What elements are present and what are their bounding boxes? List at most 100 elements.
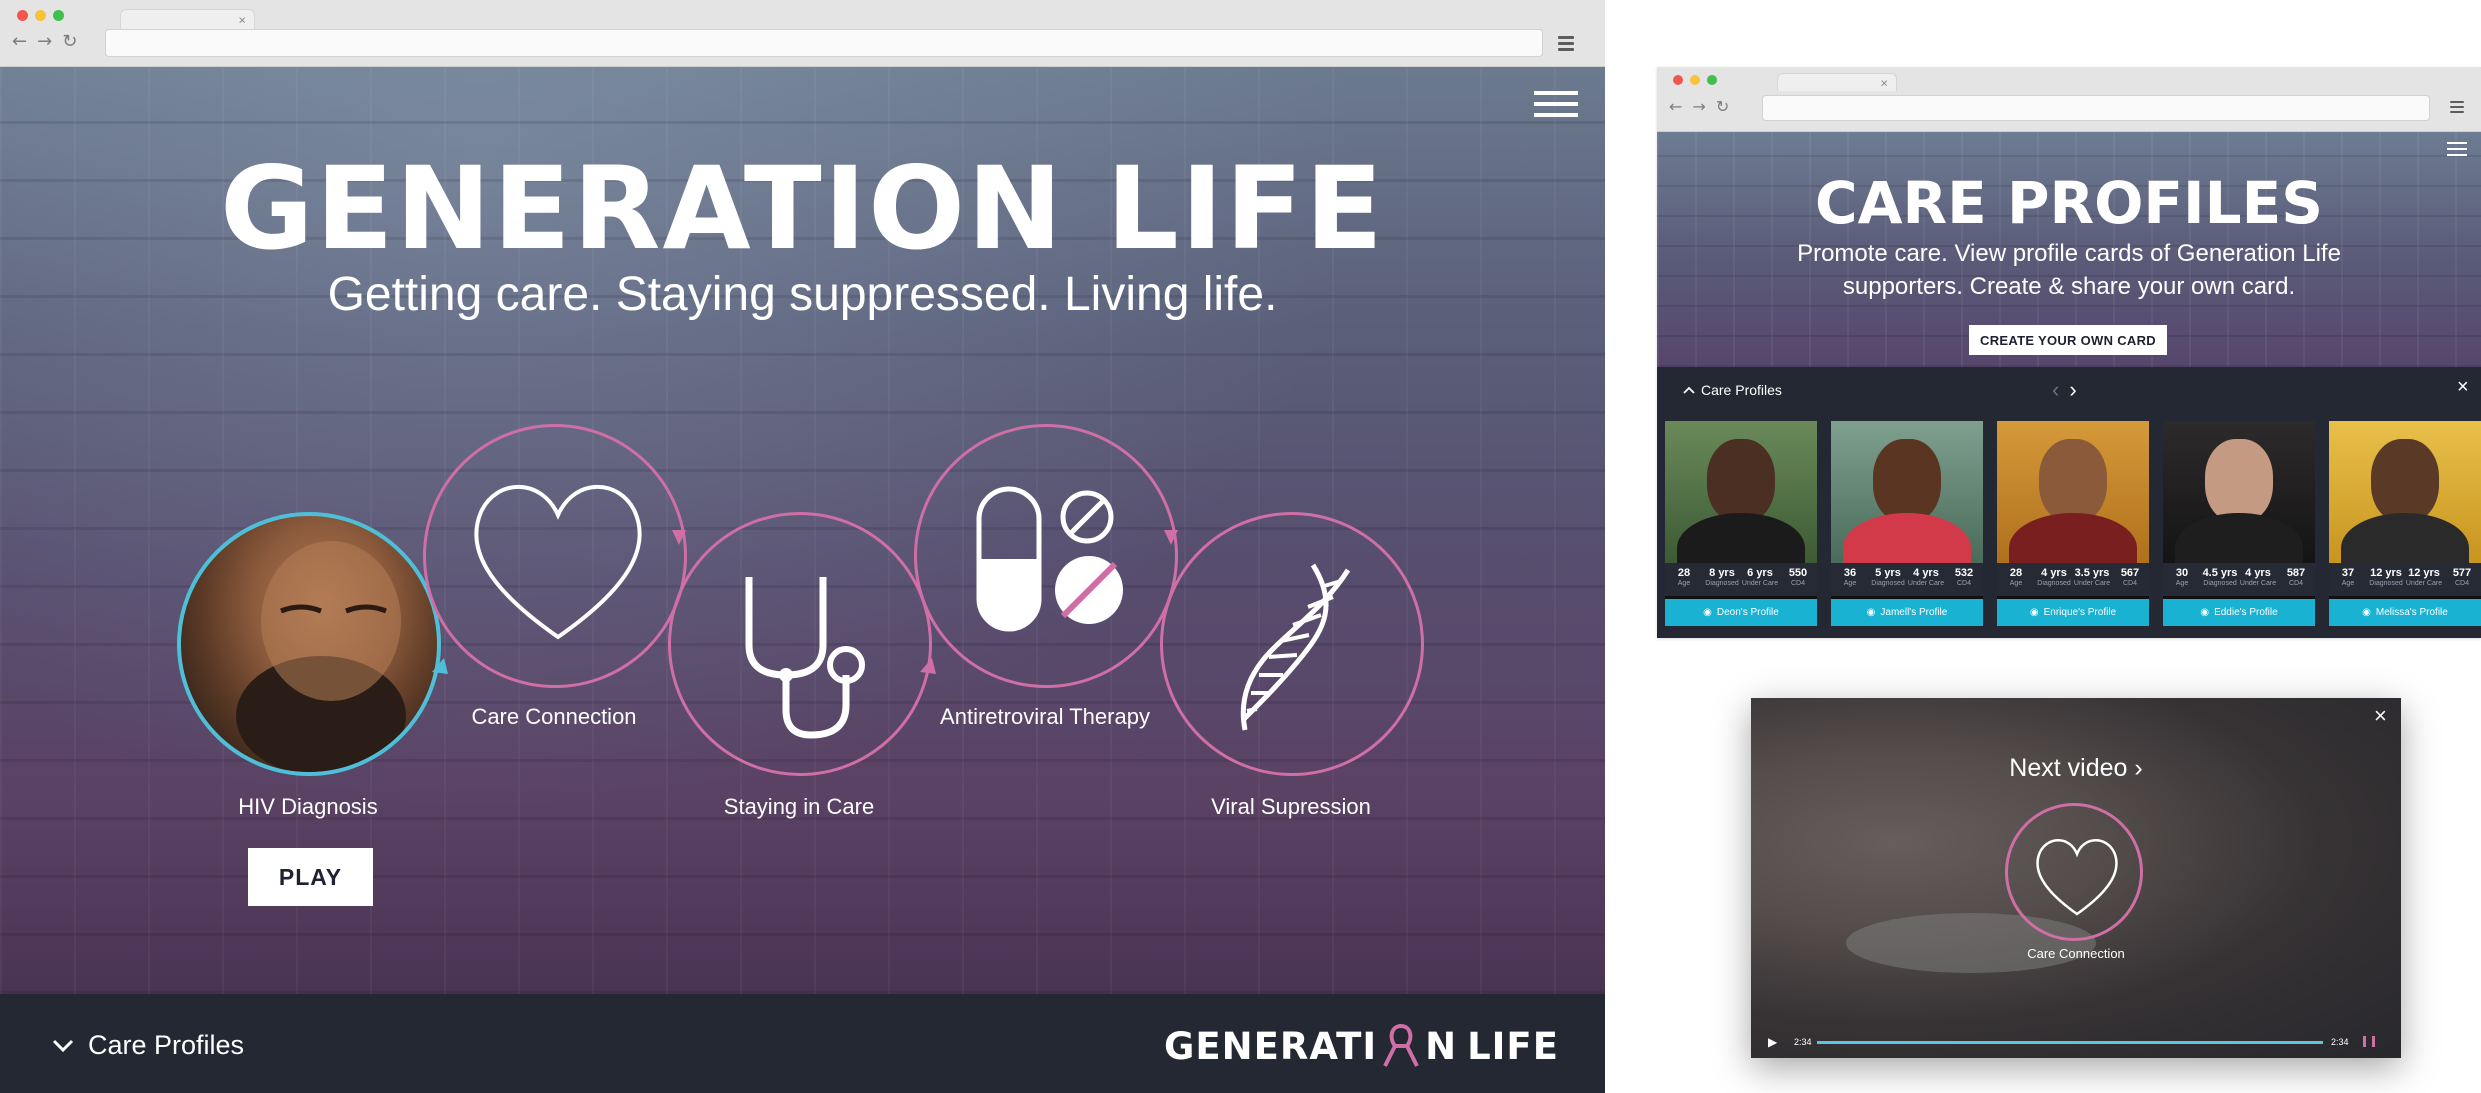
captions-icon[interactable] bbox=[2363, 1036, 2375, 1047]
profile-stats: 36 Age 5 yrs Diagnosed 4 yrs Under Care 532… bbox=[1831, 563, 1983, 596]
step-label-staying-in-care: Staying in Care bbox=[723, 794, 875, 819]
next-video-thumbnail[interactable] bbox=[2005, 803, 2143, 941]
reload-icon[interactable]: ↻ bbox=[62, 31, 77, 52]
minimize-window-icon[interactable] bbox=[1690, 75, 1700, 85]
view-profile-button[interactable]: ◉ Melissa's Profile bbox=[2329, 599, 2481, 626]
browser-chrome: × ← → ↻ bbox=[1657, 67, 2481, 132]
care-profiles-strip: Care Profiles ‹ › × 28 Age 8 yrs Diagnosed… bbox=[1657, 367, 2481, 638]
profile-stats: 28 Age 8 yrs Diagnosed 6 yrs Under Care 550… bbox=[1665, 563, 1817, 596]
care-profiles-label: Care Profiles bbox=[88, 1030, 245, 1060]
heart-icon bbox=[474, 484, 642, 640]
forward-icon[interactable]: → bbox=[37, 31, 52, 52]
address-bar[interactable] bbox=[1762, 95, 2430, 121]
progress-bar[interactable] bbox=[1817, 1041, 2323, 1044]
profile-card[interactable]: 28 Age 8 yrs Diagnosed 6 yrs Under Care 550… bbox=[1665, 421, 1817, 626]
video-overlay[interactable]: × Next video › Care Connection ▶ 2:34 2:… bbox=[1751, 698, 2401, 1058]
close-strip-icon[interactable]: × bbox=[2457, 376, 2469, 399]
profile-card[interactable]: 37 Age 12 yrs Diagnosed 12 yrs Under Care 5… bbox=[2329, 421, 2481, 626]
window-controls bbox=[17, 10, 71, 21]
view-profile-button[interactable]: ◉ Enrique's Profile bbox=[1997, 599, 2149, 626]
chevron-left-icon[interactable]: ‹ bbox=[2052, 377, 2059, 403]
care-connection-step[interactable] bbox=[423, 424, 687, 688]
current-time: 2:34 bbox=[1794, 1037, 1812, 1047]
main-browser-window: × ← → ↻ GENERATION LIFE Getting care. St… bbox=[0, 0, 1605, 1093]
stethoscope-icon bbox=[745, 577, 865, 739]
nav-buttons: ← → ↻ bbox=[1669, 97, 1739, 116]
eye-icon: ◉ bbox=[1866, 607, 1876, 618]
close-tab-icon[interactable]: × bbox=[1880, 75, 1888, 90]
close-window-icon[interactable] bbox=[17, 10, 28, 21]
minimize-window-icon[interactable] bbox=[35, 10, 46, 21]
pills-icon bbox=[976, 486, 1123, 632]
hamburger-menu-icon[interactable] bbox=[1534, 91, 1578, 124]
care-profiles-hero: CARE PROFILES Promote care. View profile… bbox=[1657, 132, 2481, 367]
care-profiles-toggle[interactable]: Care Profiles bbox=[52, 1030, 244, 1061]
footer-bar: Care Profiles GENERATI N LIFE bbox=[0, 994, 1605, 1093]
step-label-hiv-diagnosis: HIV Diagnosis bbox=[238, 794, 378, 819]
browser-tab[interactable]: × bbox=[1777, 73, 1897, 91]
hero-subtitle: Getting care. Staying suppressed. Living… bbox=[327, 268, 1278, 321]
generation-life-logo[interactable]: GENERATI N LIFE bbox=[1164, 1022, 1559, 1070]
hamburger-menu-icon[interactable] bbox=[2447, 142, 2467, 160]
profile-photo bbox=[1997, 421, 2149, 563]
play-icon[interactable]: ▶ bbox=[1768, 1035, 1777, 1049]
forward-icon[interactable]: → bbox=[1692, 97, 1705, 116]
care-profiles-description: Promote care. View profile cards of Gene… bbox=[1797, 240, 2341, 300]
close-tab-icon[interactable]: × bbox=[238, 12, 246, 27]
profile-photo bbox=[1831, 421, 1983, 563]
total-time: 2:34 bbox=[2331, 1037, 2349, 1047]
heart-icon bbox=[2036, 839, 2118, 916]
back-icon[interactable]: ← bbox=[12, 31, 27, 52]
back-icon[interactable]: ← bbox=[1669, 97, 1682, 116]
address-bar[interactable] bbox=[105, 29, 1543, 57]
profile-card[interactable]: 28 Age 4 yrs Diagnosed 3.5 yrs Under Care 5… bbox=[1997, 421, 2149, 626]
staying-in-care-step[interactable] bbox=[668, 512, 932, 776]
hiv-diagnosis-video-thumbnail[interactable] bbox=[177, 512, 441, 776]
view-profile-button[interactable]: ◉ Eddie's Profile bbox=[2163, 599, 2315, 626]
hero-title: GENERATION LIFE bbox=[220, 142, 1385, 275]
maximize-window-icon[interactable] bbox=[1707, 75, 1717, 85]
profile-stats: 28 Age 4 yrs Diagnosed 3.5 yrs Under Care 5… bbox=[1997, 563, 2149, 596]
close-window-icon[interactable] bbox=[1673, 75, 1683, 85]
eye-icon: ◉ bbox=[2362, 607, 2371, 618]
strip-label: Care Profiles bbox=[1701, 382, 1782, 398]
care-profiles-collapse-toggle[interactable]: Care Profiles bbox=[1683, 382, 1782, 398]
close-video-icon[interactable]: × bbox=[2374, 703, 2387, 729]
browser-menu-icon[interactable] bbox=[2450, 101, 2464, 116]
profile-stats: 37 Age 12 yrs Diagnosed 12 yrs Under Care 5… bbox=[2329, 563, 2481, 596]
viral-suppression-step[interactable] bbox=[1160, 512, 1424, 776]
profile-photo bbox=[2329, 421, 2481, 563]
antiretroviral-therapy-step[interactable] bbox=[914, 424, 1178, 688]
profile-card[interactable]: 30 Age 4.5 yrs Diagnosed 4 yrs Under Care 5… bbox=[2163, 421, 2315, 626]
care-profiles-title: CARE PROFILES bbox=[1815, 169, 2323, 237]
maximize-window-icon[interactable] bbox=[53, 10, 64, 21]
step-label-viral-suppression: Viral Supression bbox=[1211, 794, 1371, 819]
next-video-link[interactable]: Next video › bbox=[1751, 754, 2401, 783]
chevron-up-icon bbox=[1683, 386, 1695, 394]
window-controls bbox=[1673, 75, 1724, 85]
chevron-down-icon bbox=[52, 1039, 74, 1052]
profile-cards: 28 Age 8 yrs Diagnosed 6 yrs Under Care 550… bbox=[1665, 421, 2481, 626]
eye-icon: ◉ bbox=[2200, 607, 2210, 618]
chevron-right-icon[interactable]: › bbox=[2069, 377, 2076, 403]
profile-card[interactable]: 36 Age 5 yrs Diagnosed 4 yrs Under Care 532… bbox=[1831, 421, 1983, 626]
view-profile-button[interactable]: ◉ Jamell's Profile bbox=[1831, 599, 1983, 626]
video-controls: ▶ 2:34 2:34 bbox=[1751, 1028, 2401, 1058]
step-label-antiretroviral-therapy: Antiretroviral Therapy bbox=[940, 704, 1150, 729]
carousel-arrows: ‹ › bbox=[2052, 377, 2087, 403]
browser-menu-icon[interactable] bbox=[1558, 36, 1574, 54]
create-card-button[interactable]: CREATE YOUR OWN CARD bbox=[1969, 325, 2167, 355]
care-profiles-browser-window: × ← → ↻ CARE PROFILES Promote care. View… bbox=[1657, 67, 2481, 638]
view-profile-button[interactable]: ◉ Deon's Profile bbox=[1665, 599, 1817, 626]
eye-icon: ◉ bbox=[1703, 607, 1712, 618]
ribbon-icon bbox=[1383, 1024, 1419, 1067]
profile-photo bbox=[1665, 421, 1817, 563]
dna-icon bbox=[1240, 563, 1351, 731]
reload-icon[interactable]: ↻ bbox=[1716, 97, 1729, 116]
browser-tab[interactable]: × bbox=[120, 9, 255, 29]
next-video-caption: Care Connection bbox=[2027, 946, 2125, 961]
eye-icon: ◉ bbox=[2029, 607, 2039, 618]
play-button[interactable]: PLAY bbox=[248, 848, 373, 906]
profile-stats: 30 Age 4.5 yrs Diagnosed 4 yrs Under Care 5… bbox=[2163, 563, 2315, 596]
browser-chrome: × ← → ↻ bbox=[0, 0, 1605, 67]
